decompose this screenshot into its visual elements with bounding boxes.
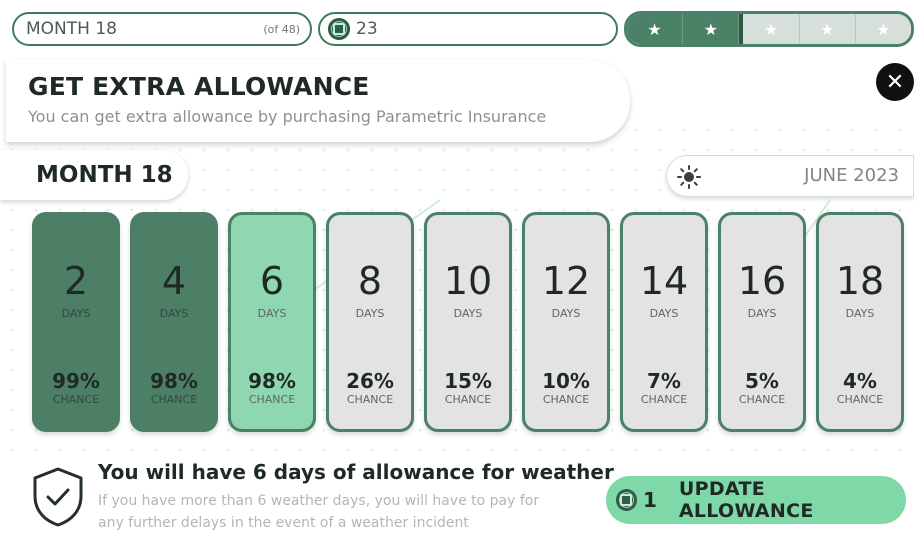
option-chance-value: 98% <box>150 369 198 393</box>
option-chance-value: 99% <box>52 369 100 393</box>
month-counter: MONTH 18 (of 48) <box>12 12 312 46</box>
option-days-value: 12 <box>541 259 591 303</box>
allowance-summary: You will have 6 days of allowance for we… <box>98 460 614 484</box>
option-days-value: 2 <box>63 259 89 303</box>
panel-header: GET EXTRA ALLOWANCE You can get extra al… <box>6 60 630 142</box>
coin-icon <box>616 489 637 511</box>
option-days-value: 14 <box>639 259 689 303</box>
sun-icon <box>677 165 701 189</box>
allowance-option-12-days[interactable]: 12 DAYS 10% CHANCE <box>522 212 610 432</box>
allowance-option-2-days[interactable]: 2 DAYS 99% CHANCE <box>32 212 120 432</box>
option-chance-value: 98% <box>248 369 296 393</box>
option-chance-label: CHANCE <box>640 393 688 406</box>
month-counter-label: MONTH 18 <box>26 19 117 39</box>
coin-icon <box>328 18 350 40</box>
option-chance-label: CHANCE <box>52 393 100 406</box>
option-chance-label: CHANCE <box>836 393 884 406</box>
allowance-option-6-days[interactable]: 6 DAYS 98% CHANCE <box>228 212 316 432</box>
option-chance-value: 15% <box>444 369 492 393</box>
option-days-value: 10 <box>443 259 493 303</box>
option-days-label: DAYS <box>649 307 679 320</box>
month-heading: MONTH 18 <box>0 150 188 200</box>
panel-subtitle: You can get extra allowance by purchasin… <box>28 107 547 126</box>
update-cost: 1 <box>642 488 657 512</box>
weather-date: JUNE 2023 <box>666 155 914 197</box>
option-days-value: 16 <box>737 259 787 303</box>
option-days-value: 8 <box>357 259 383 303</box>
option-days-value: 4 <box>161 259 187 303</box>
option-chance-value: 10% <box>542 369 590 393</box>
update-allowance-label: UPDATE ALLOWANCE <box>678 478 814 522</box>
option-days-label: DAYS <box>61 307 91 320</box>
option-chance-value: 4% <box>843 369 877 393</box>
star-icon: ★ <box>627 14 684 44</box>
shield-check-icon <box>33 467 83 527</box>
option-chance-label: CHANCE <box>346 393 394 406</box>
star-icon: ★ <box>799 14 856 44</box>
option-chance-label: CHANCE <box>444 393 492 406</box>
allowance-option-10-days[interactable]: 10 DAYS 15% CHANCE <box>424 212 512 432</box>
option-chance-label: CHANCE <box>542 393 590 406</box>
close-icon: ✕ <box>885 69 905 95</box>
option-days-label: DAYS <box>257 307 287 320</box>
option-chance-value: 5% <box>745 369 779 393</box>
allowance-option-8-days[interactable]: 8 DAYS 26% CHANCE <box>326 212 414 432</box>
allowance-option-18-days[interactable]: 18 DAYS 4% CHANCE <box>816 212 904 432</box>
option-days-label: DAYS <box>453 307 483 320</box>
update-allowance-button[interactable]: 1 UPDATE ALLOWANCE <box>606 476 906 524</box>
option-days-value: 18 <box>835 259 885 303</box>
coin-balance: 23 <box>318 12 618 46</box>
allowance-description: If you have more than 6 weather days, yo… <box>98 493 540 531</box>
option-days-label: DAYS <box>747 307 777 320</box>
star-rating: ★ ★ ★ ★ ★ <box>624 11 914 47</box>
allowance-option-14-days[interactable]: 14 DAYS 7% CHANCE <box>620 212 708 432</box>
star-icon: ★ <box>683 14 740 44</box>
option-days-label: DAYS <box>355 307 385 320</box>
option-days-label: DAYS <box>159 307 189 320</box>
month-total: (of 48) <box>263 22 300 36</box>
option-chance-value: 7% <box>647 369 681 393</box>
option-days-value: 6 <box>259 259 285 303</box>
allowance-option-4-days[interactable]: 4 DAYS 98% CHANCE <box>130 212 218 432</box>
star-icon: ★ <box>855 14 911 44</box>
allowance-options: 2 DAYS 99% CHANCE 4 DAYS 98% CHANCE 6 DAYS 98% CHAN… <box>32 212 914 434</box>
option-chance-label: CHANCE <box>248 393 296 406</box>
month-heading-label: MONTH 18 <box>36 162 173 188</box>
option-chance-label: CHANCE <box>738 393 786 406</box>
coin-balance-value: 23 <box>356 19 378 39</box>
allowance-option-16-days[interactable]: 16 DAYS 5% CHANCE <box>718 212 806 432</box>
panel-title: GET EXTRA ALLOWANCE <box>28 72 370 101</box>
option-chance-value: 26% <box>346 369 394 393</box>
star-icon: ★ <box>743 14 800 44</box>
date-label: JUNE 2023 <box>804 165 899 186</box>
option-days-label: DAYS <box>845 307 875 320</box>
close-button[interactable]: ✕ <box>876 63 914 101</box>
option-chance-label: CHANCE <box>150 393 198 406</box>
option-days-label: DAYS <box>551 307 581 320</box>
